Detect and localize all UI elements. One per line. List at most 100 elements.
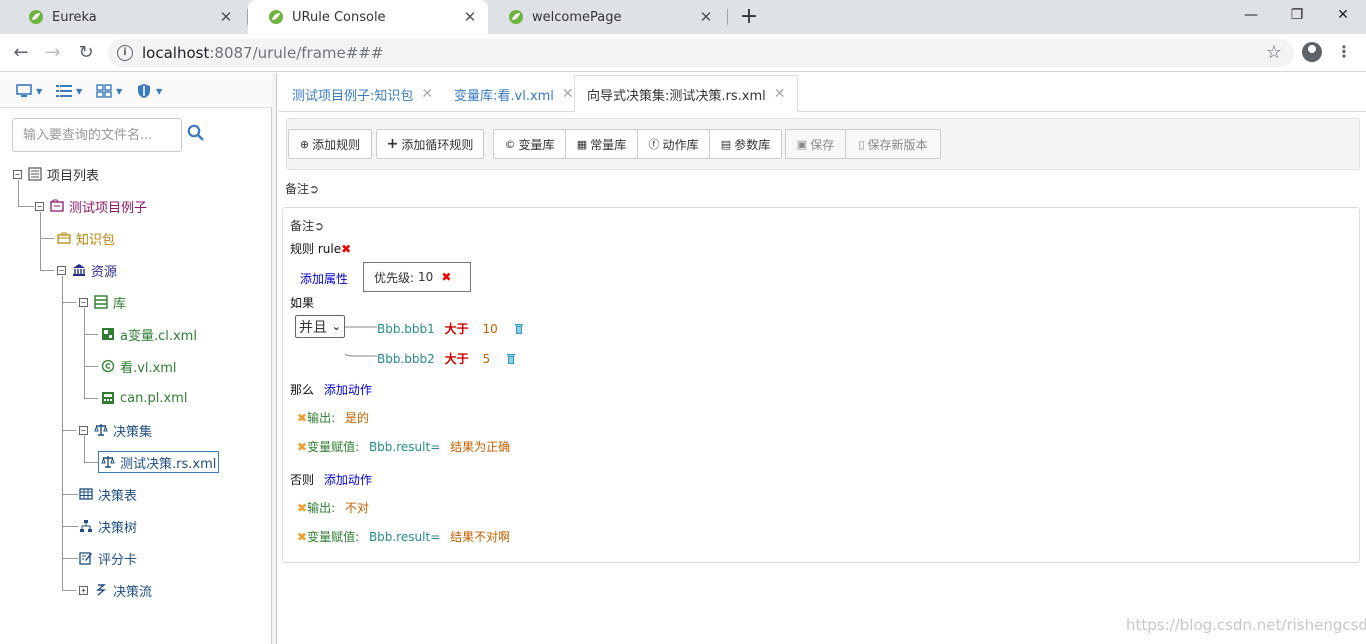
account-icon[interactable] [1302,42,1322,62]
join-operator-select[interactable]: 并且 ⌄ [295,315,345,338]
tree-node-ruleset[interactable]: − 决策集 [79,419,152,441]
action-value[interactable]: 结果不对啊 [450,530,510,544]
save-new-version-button[interactable]: ▯ 保存新版本 [845,129,941,159]
grid-menu-button[interactable]: ▼ [96,81,122,101]
priority-value[interactable]: 10 [418,270,433,284]
tree-node-view-lib[interactable]: 看.vl.xml [101,355,177,377]
collapse-toggle-icon[interactable]: − [35,201,44,211]
add-loop-rule-button[interactable]: + 添加循环规则 [376,129,484,159]
tree-label: 库 [113,296,127,312]
collapse-toggle-icon[interactable]: − [57,265,66,275]
close-icon[interactable]: ✕ [421,86,433,102]
file-tab-package[interactable]: 测试项目例子:知识包 ✕ [280,75,445,113]
browser-tab-urule-console[interactable]: URule Console ✕ [248,0,488,34]
close-tab-icon[interactable]: ✕ [698,8,714,26]
condition-row: Bbb.bbb2 大于 5 [377,350,516,367]
panel-splitter[interactable] [272,73,277,644]
forward-arrow-icon[interactable]: → [40,40,66,66]
action-lib-button[interactable]: ⓕ 动作库 [637,129,710,159]
collapse-toggle-icon[interactable]: − [13,169,22,179]
trash-icon[interactable] [506,352,516,364]
condition-operator[interactable]: 大于 [445,322,469,336]
file-tab-variable-lib[interactable]: 变量库:看.vl.xml ✕ [442,75,586,113]
tree-node-param-lib[interactable]: can.pl.xml [101,387,187,409]
monitor-menu-button[interactable]: ▼ [16,81,42,101]
save-button[interactable]: ▣ 保存 [785,129,846,159]
action-value[interactable]: 是的 [345,411,369,425]
condition-operator[interactable]: 大于 [445,352,469,366]
trash-icon[interactable] [514,322,524,334]
file-tabs: 测试项目例子:知识包 ✕ 变量库:看.vl.xml ✕ 向导式决策集:测试决策.… [278,73,1366,113]
action-variable[interactable]: Bbb.result= [369,530,440,544]
close-window-button[interactable]: ✕ [1320,0,1366,30]
priority-property[interactable]: 优先级: 10 ✖ [363,262,471,292]
condition-variable[interactable]: Bbb.bbb2 [377,352,435,366]
database-list-icon [94,295,108,309]
collapse-toggle-icon[interactable]: − [79,425,88,435]
info-icon[interactable]: i [117,45,133,61]
tree-node-project-list[interactable]: − 项目列表 [13,163,99,185]
delete-action-icon[interactable]: ✖ [297,530,307,544]
search-icon[interactable] [187,124,205,142]
condition-value[interactable]: 5 [482,352,490,366]
rule-remark-toggle[interactable]: 备注➲ [290,217,324,234]
close-icon[interactable]: ✕ [562,86,574,102]
then-section-header: 那么 添加动作 [290,381,372,398]
action-value[interactable]: 结果为正确 [450,440,510,454]
shield-menu-button[interactable]: ▼ [136,81,162,101]
tree-node-library[interactable]: − 库 [79,291,126,313]
tree-node-package[interactable]: 知识包 [57,227,115,249]
add-else-action-link[interactable]: 添加动作 [324,473,372,487]
back-arrow-icon[interactable]: ← [8,40,34,66]
action-value[interactable]: 不对 [345,501,369,515]
close-tab-icon[interactable]: ✕ [462,8,478,26]
close-icon[interactable]: ✕ [774,86,786,102]
url-text[interactable]: localhost:8087/urule/frame### [142,44,383,62]
grid-icon: ▦ [576,137,588,151]
collapse-toggle-icon[interactable]: − [79,297,88,307]
tree-node-project[interactable]: − 测试项目例子 [35,195,147,217]
file-search-input[interactable] [12,118,182,152]
constant-lib-button[interactable]: ▦ 常量库 [565,129,638,159]
param-lib-button[interactable]: ▤ 参数库 [709,129,782,159]
delete-action-icon[interactable]: ✖ [297,411,307,425]
grid-icon [96,84,112,98]
tree-node-decision-tree[interactable]: 决策树 [79,515,137,537]
list-menu-button[interactable]: ▼ [56,81,82,101]
delete-rule-icon[interactable]: ✖ [341,242,351,256]
browser-tab-welcomepage[interactable]: welcomePage ✕ [488,0,724,34]
tree-node-scorecard[interactable]: 评分卡 [79,547,137,569]
tree-connector [62,430,76,431]
expand-toggle-icon[interactable]: + [79,585,88,595]
maximize-button[interactable]: ❐ [1274,0,1320,30]
condition-variable[interactable]: Bbb.bbb1 [377,322,435,336]
close-tab-icon[interactable]: ✕ [218,8,234,26]
add-property-link[interactable]: 添加属性 [300,270,348,287]
tree-node-decision-table[interactable]: 决策表 [79,483,137,505]
remark-toggle[interactable]: 备注➲ [285,180,319,197]
tree-node-ruleset-file[interactable]: 测试决策.rs.xml [98,451,220,473]
more-menu-icon[interactable]: ⋮ [1336,42,1352,62]
tree-node-resources[interactable]: − 资源 [57,259,117,281]
bookmark-star-icon[interactable]: ☆ [1266,42,1282,63]
file-tab-ruleset[interactable]: 向导式决策集:测试决策.rs.xml ✕ [574,75,799,113]
action-variable[interactable]: Bbb.result= [369,440,440,454]
delete-action-icon[interactable]: ✖ [297,501,307,515]
new-tab-button[interactable]: + [736,4,762,30]
delete-priority-icon[interactable]: ✖ [441,270,451,284]
condition-value[interactable]: 10 [482,322,497,336]
tree-node-variable-lib[interactable]: a变量.cl.xml [101,323,197,345]
tree-connector [40,212,41,270]
minimize-button[interactable]: — [1228,0,1274,30]
delete-action-icon[interactable]: ✖ [297,440,307,454]
browser-tab-eureka[interactable]: Eureka ✕ [8,0,244,34]
add-then-action-link[interactable]: 添加动作 [324,383,372,397]
add-rule-button[interactable]: ⊕ 添加规则 [288,129,372,159]
tree-label: 项目列表 [47,168,100,184]
reload-icon[interactable]: ↻ [73,40,99,66]
balance-scale-icon [94,424,108,436]
tree-node-decision-flow[interactable]: + 决策流 [79,579,152,601]
watermark-text: https://blog.csdn.net/rishengcsdn [1126,616,1366,634]
variable-lib-button[interactable]: © 变量库 [493,129,566,159]
url-omnibox[interactable]: i localhost:8087/urule/frame### ☆ [108,39,1294,67]
